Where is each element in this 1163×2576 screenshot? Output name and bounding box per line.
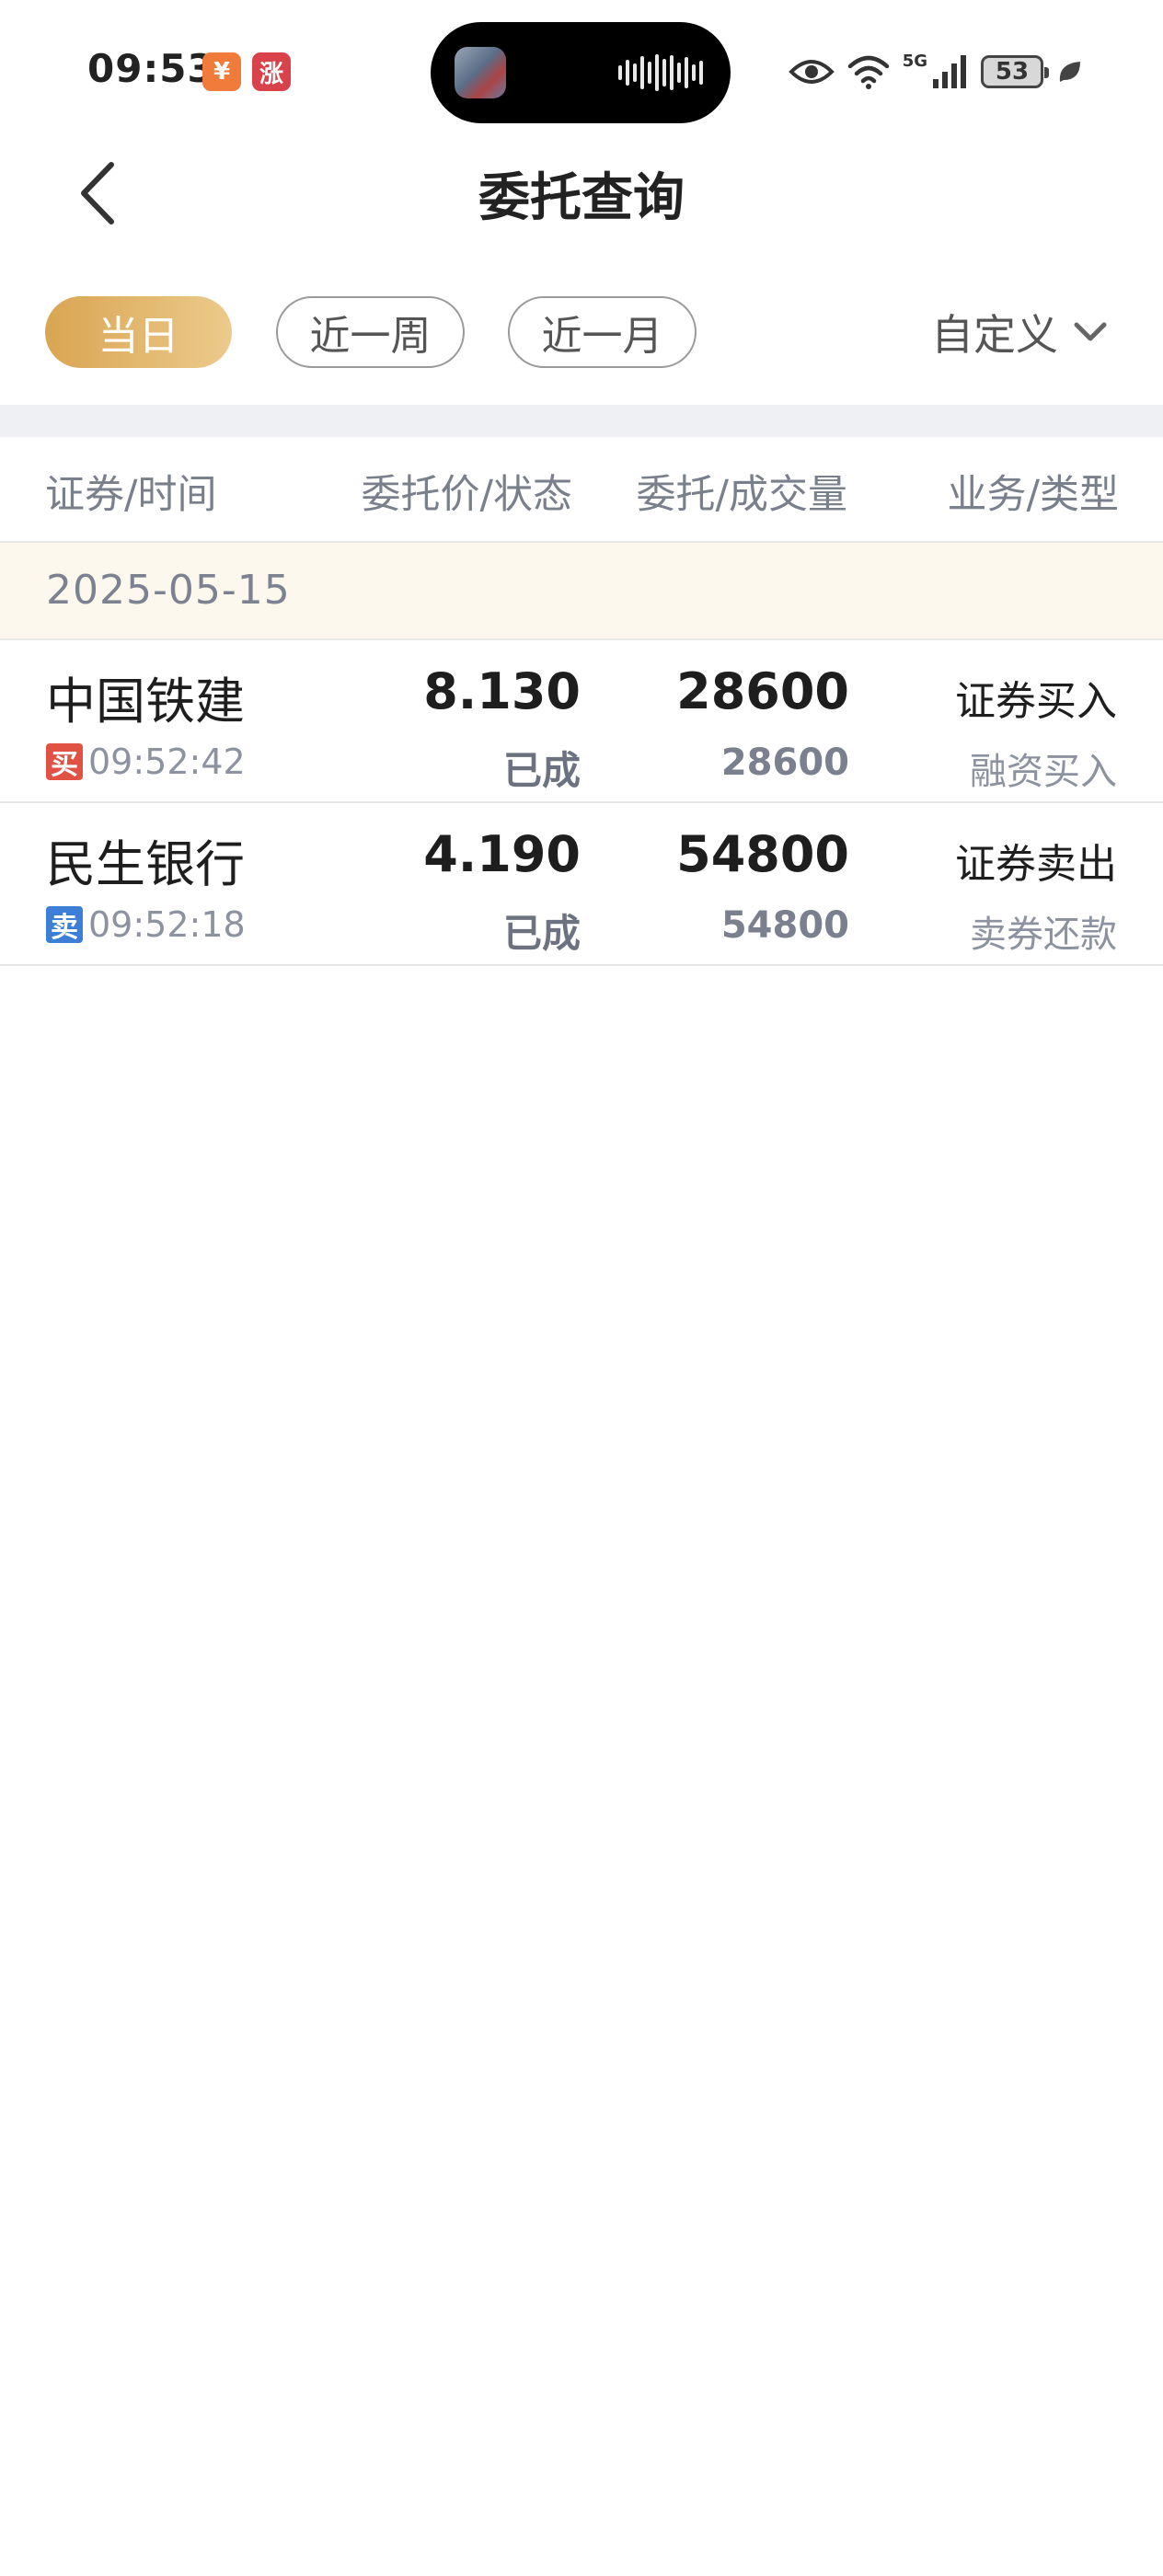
trade-type: 融资买入 (970, 751, 1117, 793)
leaf-icon (1059, 62, 1080, 82)
order-status: 已成 (502, 748, 581, 793)
battery-icon: 53 (981, 55, 1049, 88)
date-filter-bar: 当日 近一周 近一月 自定义 (0, 293, 1163, 372)
sell-badge: 卖 (46, 906, 83, 944)
media-thumbnail (455, 47, 506, 98)
order-price: 4.190 (423, 825, 581, 883)
dynamic-island[interactable] (431, 22, 731, 123)
filter-custom-button[interactable]: 自定义 (931, 296, 1108, 368)
order-quantity: 54800 (676, 825, 849, 883)
group-date: 2025-05-15 (46, 567, 291, 614)
eye-icon (788, 60, 835, 84)
filled-quantity: 28600 (720, 742, 849, 784)
signal-icon (933, 55, 966, 88)
order-time: 09:52:42 (88, 742, 246, 782)
security-name: 民生银行 (46, 835, 245, 893)
page-title: 委托查询 (478, 168, 685, 228)
order-time-cell: 买 09:52:42 (46, 742, 246, 782)
order-time: 09:52:18 (88, 904, 246, 945)
business-type: 证券卖出 (955, 841, 1117, 888)
wifi-icon (847, 55, 889, 89)
order-quantity: 28600 (676, 662, 849, 720)
filter-week-button[interactable]: 近一周 (276, 296, 465, 368)
business-type: 证券买入 (955, 678, 1117, 725)
order-time-cell: 卖 09:52:18 (46, 904, 246, 945)
security-name: 中国铁建 (46, 673, 245, 730)
table-row[interactable]: 民生银行 卖 09:52:18 4.190 已成 54800 54800 证券卖… (0, 803, 1163, 966)
table-row[interactable]: 中国铁建 买 09:52:42 8.130 已成 28600 28600 证券买… (0, 640, 1163, 803)
order-price: 8.130 (423, 662, 581, 720)
date-group-header: 2025-05-15 (0, 543, 1163, 640)
buy-badge: 买 (46, 743, 83, 781)
status-time: 09:53 (87, 46, 215, 91)
audio-wave-icon (618, 53, 703, 92)
filter-month-button[interactable]: 近一月 (508, 296, 697, 368)
status-bar: 09:53 ¥ 涨 5G 53 (0, 0, 1163, 138)
table-header: 证券/时间 委托价/状态 委托/成交量 业务/类型 (0, 437, 1163, 543)
section-divider (0, 405, 1163, 437)
app-notification-icon: 涨 (252, 52, 291, 91)
column-header-business-type: 业务/类型 (947, 472, 1120, 518)
network-type: 5G (902, 51, 927, 71)
nav-bar: 委托查询 (0, 138, 1163, 248)
chevron-down-icon (1074, 322, 1107, 341)
order-status: 已成 (502, 911, 581, 956)
filled-quantity: 54800 (720, 904, 849, 947)
column-header-quantity: 委托/成交量 (636, 472, 848, 518)
app-notification-icon: ¥ (202, 52, 241, 91)
column-header-price-status: 委托价/状态 (361, 472, 573, 518)
trade-type: 卖券还款 (970, 914, 1117, 956)
column-header-security-time: 证券/时间 (45, 472, 217, 518)
status-icons: 5G 53 (788, 48, 1082, 96)
filter-today-button[interactable]: 当日 (45, 296, 232, 368)
filter-custom-label: 自定义 (931, 310, 1058, 360)
